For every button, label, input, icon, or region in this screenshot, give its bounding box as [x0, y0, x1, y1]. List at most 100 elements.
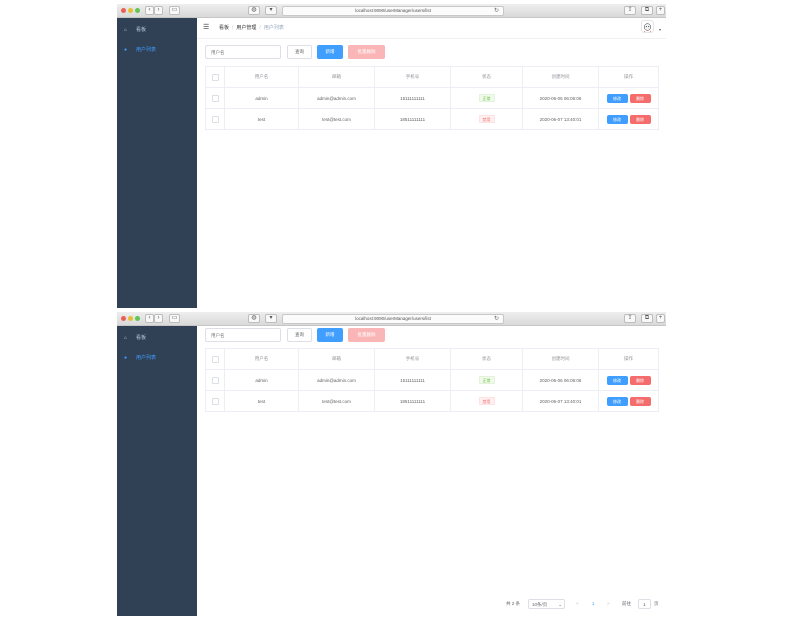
row-select-cell — [205, 108, 225, 130]
share-icon[interactable]: ⇪ — [624, 314, 636, 323]
breadcrumb-item: 用户列表 — [263, 25, 284, 31]
user-icon: ● — [124, 355, 128, 361]
prev-page-button[interactable]: < — [576, 598, 579, 610]
column-header: 手机号 — [374, 348, 451, 370]
breadcrumb: 看板 / 用户管理 / 用户列表 — [219, 24, 284, 32]
home-icon: ⌂ — [124, 335, 128, 341]
address-bar[interactable]: localhost:9090/userManager/users/list ↻ — [282, 314, 504, 324]
status-badge: 禁用 — [478, 397, 495, 405]
sidebar-toggle-icon[interactable]: ▭ — [169, 6, 180, 15]
table-row: test test@test.com 18511111111 禁用 2020-0… — [205, 108, 659, 130]
select-all-checkbox[interactable] — [211, 355, 219, 363]
maximize-window-button[interactable] — [135, 316, 140, 321]
chevron-down-icon[interactable]: ▾ — [659, 27, 661, 32]
edit-button[interactable]: 修改 — [606, 375, 628, 385]
phone-cell: 15111111111 — [374, 369, 451, 391]
select-all-checkbox[interactable] — [211, 73, 219, 81]
next-page-button[interactable]: > — [607, 598, 610, 610]
sidebar: ⌂ 看板 ● 用户列表 — [117, 18, 197, 308]
forward-button[interactable]: › — [154, 314, 163, 323]
created-cell: 2020-06-06 06:06:06 — [522, 87, 599, 109]
edit-button[interactable]: 修改 — [606, 93, 628, 103]
sidebar-item-dashboard[interactable]: ⌂ 看板 — [117, 24, 197, 36]
page-suffix-label: 页 — [654, 601, 659, 606]
actions-cell: 修改 删除 — [598, 87, 659, 109]
edit-button[interactable]: 修改 — [606, 114, 628, 124]
column-header: 状态 — [450, 348, 523, 370]
url-text: localhost:9090/userManager/users/list — [355, 316, 431, 321]
add-user-button[interactable]: 新增 — [317, 328, 343, 342]
edit-button[interactable]: 修改 — [606, 396, 628, 406]
forward-button[interactable]: › — [154, 6, 163, 15]
row-select-cell — [205, 369, 225, 391]
breadcrumb-item[interactable]: 看板 — [219, 25, 229, 31]
batch-delete-button[interactable]: 批量删除 — [348, 328, 385, 342]
row-checkbox[interactable] — [211, 94, 219, 102]
share-icon[interactable]: ⇪ — [624, 6, 636, 15]
batch-delete-button[interactable]: 批量删除 — [348, 45, 385, 59]
goto-page-value: 1 — [643, 602, 646, 607]
query-button[interactable]: 查询 — [287, 328, 312, 342]
table-row: test test@test.com 18511111111 禁用 2020-0… — [205, 390, 659, 412]
email-cell: admin@admin.com — [298, 87, 375, 109]
browser-titlebar: ‹ › ▭ ◍ ▾ localhost:9090/userManager/use… — [117, 312, 666, 326]
reload-icon[interactable]: ↻ — [494, 7, 499, 15]
back-button[interactable]: ‹ — [145, 314, 154, 323]
breadcrumb-separator: / — [259, 25, 261, 31]
avatar-image-icon — [643, 23, 652, 32]
avatar[interactable] — [641, 20, 654, 33]
sidebar-item-dashboard[interactable]: ⌂ 看板 — [117, 332, 197, 344]
close-window-button[interactable] — [121, 316, 126, 321]
breadcrumb-separator: / — [232, 25, 234, 31]
delete-button[interactable]: 删除 — [629, 396, 651, 406]
minimize-window-button[interactable] — [128, 316, 133, 321]
table-header-row: 用户名 邮箱 手机号 状态 创建时间 操作 — [205, 348, 659, 370]
privacy-icon[interactable]: ◍ — [248, 314, 260, 323]
select-all-cell — [205, 66, 225, 88]
add-user-button[interactable]: 新增 — [317, 45, 343, 59]
tabs-icon[interactable]: ⧉ — [641, 6, 653, 15]
row-checkbox[interactable] — [211, 376, 219, 384]
column-header: 操作 — [598, 66, 659, 88]
pagination-total: 共 2 条 — [506, 601, 521, 606]
username-search-input[interactable] — [205, 328, 281, 342]
sidebar-item-user-list[interactable]: ● 用户列表 — [117, 352, 197, 364]
tabs-icon[interactable]: ⧉ — [641, 314, 653, 323]
reload-icon[interactable]: ↻ — [494, 315, 499, 323]
actions-cell: 修改 删除 — [598, 390, 659, 412]
privacy-icon[interactable]: ◍ — [248, 6, 260, 15]
maximize-window-button[interactable] — [135, 8, 140, 13]
row-select-cell — [205, 87, 225, 109]
query-button[interactable]: 查询 — [287, 45, 312, 59]
page-number-current[interactable]: 1 — [592, 598, 595, 610]
new-tab-icon[interactable]: + — [656, 314, 665, 323]
username-search-input[interactable] — [205, 45, 281, 59]
shield-icon[interactable]: ▾ — [265, 314, 277, 323]
row-checkbox[interactable] — [211, 397, 219, 405]
page-size-select[interactable]: 10条/页 ⌄ — [528, 599, 565, 609]
new-tab-icon[interactable]: + — [656, 6, 665, 15]
phone-cell: 18511111111 — [374, 390, 451, 412]
delete-button[interactable]: 删除 — [629, 93, 651, 103]
select-all-cell — [205, 348, 225, 370]
actions-cell: 修改 删除 — [598, 369, 659, 391]
table-header-row: 用户名 邮箱 手机号 状态 创建时间 操作 — [205, 66, 659, 88]
column-header: 用户名 — [224, 348, 299, 370]
delete-button[interactable]: 删除 — [629, 114, 651, 124]
sidebar-item-user-list[interactable]: ● 用户列表 — [117, 44, 197, 56]
minimize-window-button[interactable] — [128, 8, 133, 13]
actions-cell: 修改 删除 — [598, 108, 659, 130]
row-checkbox[interactable] — [211, 115, 219, 123]
shield-icon[interactable]: ▾ — [265, 6, 277, 15]
sidebar-toggle-icon[interactable]: ▭ — [169, 314, 180, 323]
back-button[interactable]: ‹ — [145, 6, 154, 15]
goto-page-input[interactable]: 1 — [638, 599, 651, 609]
delete-button[interactable]: 删除 — [629, 375, 651, 385]
close-window-button[interactable] — [121, 8, 126, 13]
address-bar[interactable]: localhost:9090/userManager/users/list ↻ — [282, 6, 504, 16]
pagination: 共 2 条 10条/页 ⌄ < 1 > 前往 1 页 — [506, 598, 666, 610]
hamburger-icon[interactable]: ☰ — [203, 23, 209, 32]
phone-cell: 18511111111 — [374, 108, 451, 130]
chevron-down-icon: ⌄ — [558, 602, 562, 607]
user-table: 用户名 邮箱 手机号 状态 创建时间 操作 admin admin@admin.… — [205, 348, 659, 412]
